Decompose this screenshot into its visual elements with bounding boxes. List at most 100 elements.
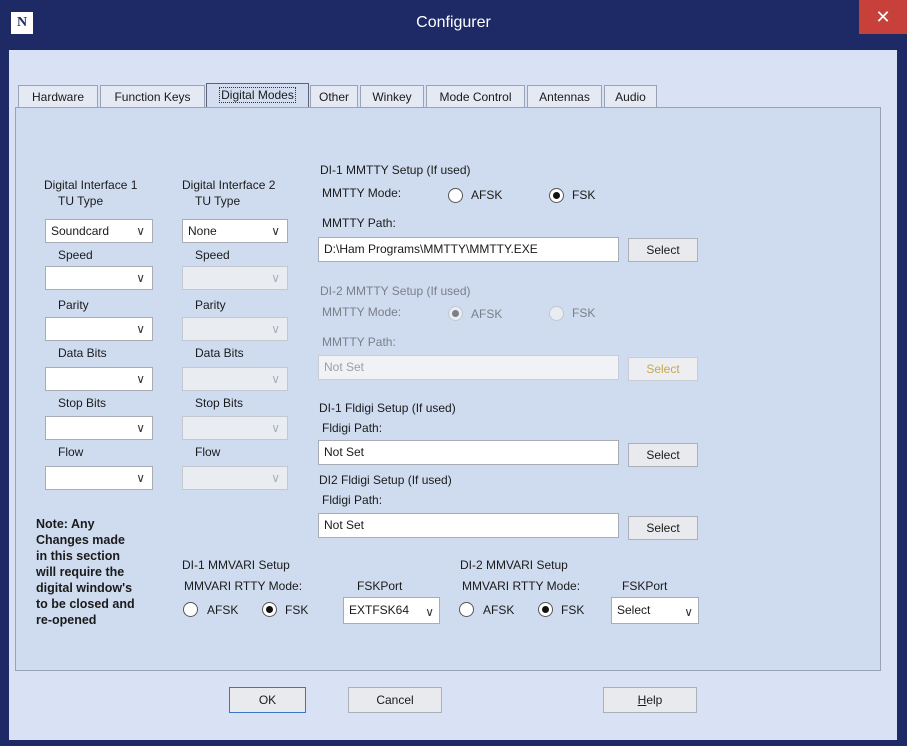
di1-databits-label: Data Bits — [58, 346, 107, 360]
mmvari2-afsk-label: AFSK — [483, 603, 515, 617]
chevron-down-icon: ∨ — [425, 605, 434, 619]
chevron-down-icon: ∨ — [136, 271, 145, 285]
di1-flow-select[interactable]: ∨ — [45, 466, 153, 490]
help-button[interactable]: Help — [603, 687, 697, 713]
di1-tu-select[interactable]: Soundcard ∨ — [45, 219, 153, 243]
tab-antennas[interactable]: Antennas — [527, 85, 602, 107]
mmvari2-port-select[interactable]: Select ∨ — [611, 597, 699, 624]
di2-speed-select: ∨ — [182, 266, 288, 290]
tab-mode-control[interactable]: Mode Control — [426, 85, 525, 107]
window-title: Configurer — [416, 14, 491, 31]
di2-tu-label: TU Type — [195, 194, 241, 208]
mmvari1-mode-label: MMVARI RTTY Mode: — [184, 579, 303, 593]
chevron-down-icon: ∨ — [136, 471, 145, 485]
fldigi1-path-input[interactable]: Not Set — [318, 440, 619, 465]
di2-tu-select[interactable]: None ∨ — [182, 219, 288, 243]
di1-speed-select[interactable]: ∨ — [45, 266, 153, 290]
fldigi1-select-button[interactable]: Select — [628, 443, 698, 467]
mmvari2-port-value: Select — [617, 603, 651, 617]
mmtty1-select-button[interactable]: Select — [628, 238, 698, 262]
chevron-down-icon: ∨ — [271, 271, 280, 285]
ok-button[interactable]: OK — [229, 687, 306, 713]
mmtty2-afsk-radio — [448, 306, 463, 321]
mmtty1-heading: DI-1 MMTTY Setup (If used) — [320, 163, 471, 177]
tab-winkey[interactable]: Winkey — [360, 85, 424, 107]
di1-tu-value: Soundcard — [51, 224, 110, 238]
di1-parity-label: Parity — [58, 298, 89, 312]
chevron-down-icon: ∨ — [271, 372, 280, 386]
tab-audio[interactable]: Audio — [604, 85, 657, 107]
mmvari2-port-label: FSKPort — [622, 579, 668, 593]
mmvari2-heading: DI-2 MMVARI Setup — [460, 558, 568, 572]
fldigi1-heading: DI-1 Fldigi Setup (If used) — [319, 401, 456, 415]
di2-tu-value: None — [188, 224, 217, 238]
tab-digital-modes[interactable]: Digital Modes — [206, 83, 309, 108]
mmvari2-fsk-label: FSK — [561, 603, 585, 617]
di1-heading: Digital Interface 1 — [44, 178, 138, 192]
mmtty2-fsk-label: FSK — [572, 306, 596, 320]
mmvari2-afsk-radio[interactable] — [459, 602, 474, 617]
tab-other[interactable]: Other — [310, 85, 358, 107]
mmvari1-heading: DI-1 MMVARI Setup — [182, 558, 290, 572]
mmvari1-port-value: EXTFSK64 — [349, 603, 410, 617]
chevron-down-icon: ∨ — [136, 372, 145, 386]
chevron-down-icon: ∨ — [684, 605, 693, 619]
note-text: Note: Any Changes made in this section wil… — [36, 517, 135, 627]
di2-flow-select: ∨ — [182, 466, 288, 490]
di1-databits-select[interactable]: ∨ — [45, 367, 153, 391]
mmvari1-afsk-radio[interactable] — [183, 602, 198, 617]
chevron-down-icon: ∨ — [271, 224, 280, 238]
title-bar[interactable]: N Configurer ✕ — [0, 0, 907, 50]
tab-digital-modes-label: Digital Modes — [219, 87, 296, 103]
tab-hardware[interactable]: Hardware — [18, 85, 98, 107]
di2-parity-label: Parity — [195, 298, 226, 312]
di2-flow-label: Flow — [195, 445, 221, 459]
mmvari1-port-select[interactable]: EXTFSK64 ∨ — [343, 597, 440, 624]
mmtty2-heading: DI-2 MMTTY Setup (If used) — [320, 284, 471, 298]
di2-speed-label: Speed — [195, 248, 230, 262]
mmvari2-mode-label: MMVARI RTTY Mode: — [462, 579, 581, 593]
chevron-down-icon: ∨ — [136, 421, 145, 435]
di1-tu-label: TU Type — [58, 194, 104, 208]
mmvari1-fsk-radio[interactable] — [262, 602, 277, 617]
mmtty2-afsk-label: AFSK — [471, 307, 503, 321]
mmtty1-fsk-radio[interactable] — [549, 188, 564, 203]
di1-flow-label: Flow — [58, 445, 84, 459]
di2-databits-select: ∨ — [182, 367, 288, 391]
mmtty2-path-label: MMTTY Path: — [322, 335, 396, 349]
di1-parity-select[interactable]: ∨ — [45, 317, 153, 341]
mmtty1-mode-label: MMTTY Mode: — [322, 186, 402, 200]
fldigi2-path-input[interactable]: Not Set — [318, 513, 619, 538]
chevron-down-icon: ∨ — [271, 421, 280, 435]
fldigi2-path-label: Fldigi Path: — [322, 493, 383, 507]
mmtty1-afsk-radio[interactable] — [448, 188, 463, 203]
di2-stopbits-select: ∨ — [182, 416, 288, 440]
close-button[interactable]: ✕ — [859, 0, 907, 34]
fldigi2-heading: DI2 Fldigi Setup (If used) — [319, 473, 452, 487]
di1-stopbits-label: Stop Bits — [58, 396, 107, 410]
mmvari2-fsk-radio[interactable] — [538, 602, 553, 617]
mmtty1-path-label: MMTTY Path: — [322, 216, 396, 230]
mmvari1-afsk-label: AFSK — [207, 603, 239, 617]
mmvari1-port-label: FSKPort — [357, 579, 403, 593]
fldigi1-path-label: Fldigi Path: — [322, 421, 383, 435]
chevron-down-icon: ∨ — [271, 471, 280, 485]
di2-databits-label: Data Bits — [195, 346, 244, 360]
cancel-button[interactable]: Cancel — [348, 687, 442, 713]
chevron-down-icon: ∨ — [271, 322, 280, 336]
mmvari1-fsk-label: FSK — [285, 603, 309, 617]
di2-stopbits-label: Stop Bits — [195, 396, 244, 410]
mmtty2-select-button: Select — [628, 357, 698, 381]
di1-speed-label: Speed — [58, 248, 93, 262]
fldigi2-select-button[interactable]: Select — [628, 516, 698, 540]
mmtty2-path-input: Not Set — [318, 355, 619, 380]
chevron-down-icon: ∨ — [136, 322, 145, 336]
di2-heading: Digital Interface 2 — [182, 178, 276, 192]
mmtty1-path-input[interactable]: D:\Ham Programs\MMTTY\MMTTY.EXE — [318, 237, 619, 262]
mmtty1-fsk-label: FSK — [572, 188, 596, 202]
di1-stopbits-select[interactable]: ∨ — [45, 416, 153, 440]
mmtty2-fsk-radio — [549, 306, 564, 321]
tab-function-keys[interactable]: Function Keys — [100, 85, 205, 107]
mmtty1-afsk-label: AFSK — [471, 188, 503, 202]
chevron-down-icon: ∨ — [136, 224, 145, 238]
